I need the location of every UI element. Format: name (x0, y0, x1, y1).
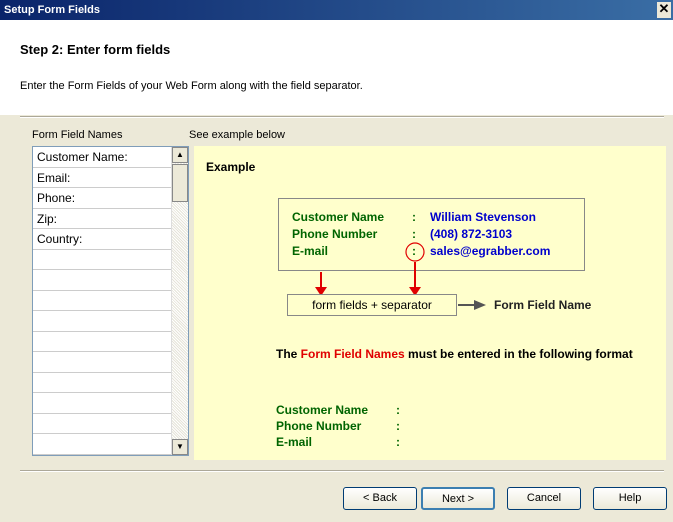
form-field-names-list[interactable]: Customer Name: Email: Phone: Zip: Country: ▲… (32, 146, 189, 456)
step-description: Enter the Form Fields of your Web Form a… (20, 80, 363, 92)
wizard-header: Step 2: Enter form fields Enter the Form… (0, 20, 673, 115)
scroll-up-icon[interactable]: ▲ (172, 147, 188, 163)
list-item[interactable] (33, 311, 171, 332)
scroll-down-icon[interactable]: ▼ (172, 439, 188, 455)
list-item[interactable]: Country: (33, 229, 171, 250)
list-scrollbar[interactable]: ▲ ▼ (171, 147, 188, 455)
list-item[interactable] (33, 414, 171, 434)
list-item[interactable] (33, 373, 171, 393)
cancel-button[interactable]: Cancel (507, 487, 581, 510)
close-icon[interactable]: ✕ (657, 2, 671, 18)
divider-bottom (20, 470, 664, 472)
scroll-thumb[interactable] (172, 164, 188, 202)
step-title: Step 2: Enter form fields (20, 42, 171, 57)
format-separator-2: : (396, 419, 400, 433)
divider-top (20, 116, 664, 118)
instruction-suffix: must be entered in the following format (404, 347, 633, 361)
instruction-highlight: Form Field Names (300, 347, 405, 361)
list-item[interactable]: Customer Name: (33, 147, 171, 168)
format-separator-3: : (396, 435, 400, 449)
next-button[interactable]: Next > (421, 487, 495, 510)
list-item[interactable] (33, 393, 171, 414)
right-arrow-icon (474, 300, 486, 310)
list-item[interactable]: Phone: (33, 188, 171, 209)
list-item[interactable] (33, 332, 171, 352)
form-field-names-label: Form Field Names (32, 129, 123, 141)
list-item[interactable] (33, 250, 171, 270)
form-field-name-label: Form Field Name (494, 298, 592, 312)
list-items: Customer Name: Email: Phone: Zip: Country: (33, 147, 171, 455)
example-panel: Example Customer Name : William Stevenso… (194, 146, 666, 460)
title-bar: Setup Form Fields ✕ (0, 0, 673, 20)
list-item[interactable] (33, 434, 171, 455)
list-item[interactable]: Zip: (33, 209, 171, 229)
list-item[interactable] (33, 270, 171, 291)
instruction-prefix: The (276, 347, 301, 361)
list-item[interactable] (33, 291, 171, 311)
list-item[interactable] (33, 352, 171, 373)
format-field-name-1: Customer Name (276, 403, 369, 417)
see-example-label: See example below (189, 129, 286, 141)
separator-box: form fields + separator (287, 294, 457, 316)
separator-circle (405, 242, 425, 262)
format-field-name-2: Phone Number (276, 419, 362, 433)
help-button[interactable]: Help (593, 487, 667, 510)
format-field-name-3: E-mail (276, 435, 313, 449)
format-separator-1: : (396, 403, 400, 417)
format-instruction: The Form Field Names must be entered in … (276, 346, 636, 363)
list-item[interactable]: Email: (33, 168, 171, 188)
back-button[interactable]: < Back (343, 487, 417, 510)
setup-form-fields-dialog: Setup Form Fields ✕ Step 2: Enter form f… (0, 0, 673, 522)
window-title: Setup Form Fields (4, 4, 100, 16)
